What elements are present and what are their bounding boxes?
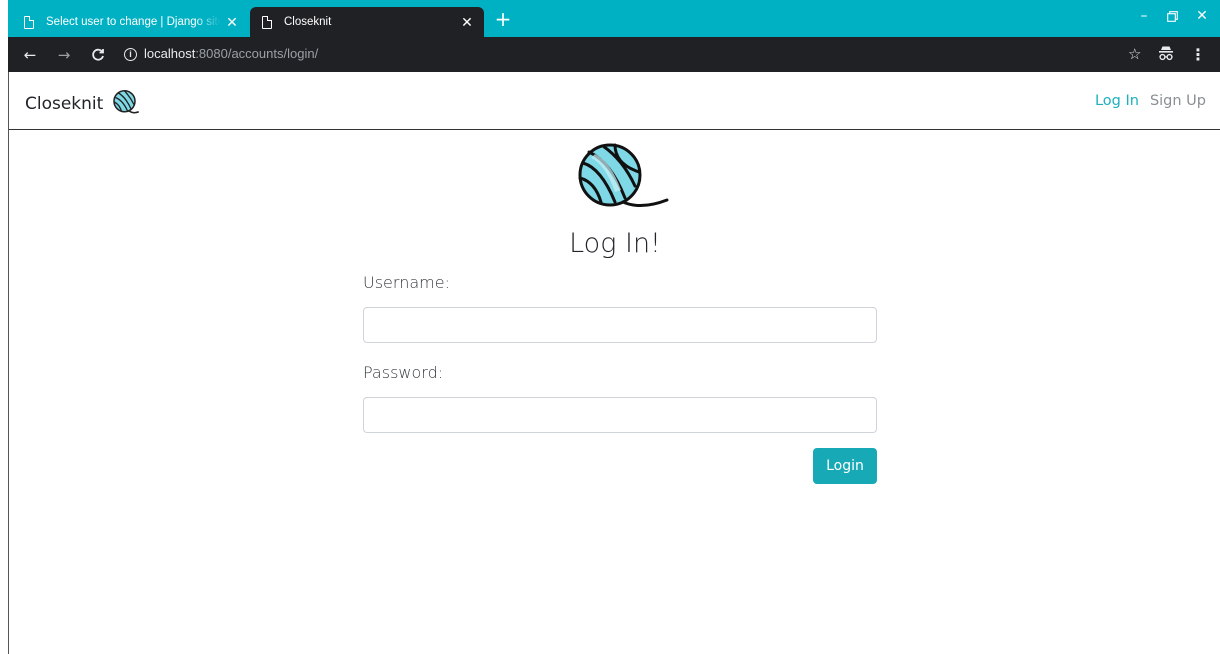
browser-toolbar: ← → i localhost:8080/accounts/login/ ☆ ⋮: [8, 37, 1220, 72]
page-icon: [262, 15, 272, 29]
url-path: :8080/accounts/login/: [195, 46, 319, 61]
password-label: Password:: [363, 363, 444, 382]
username-label: Username:: [363, 273, 450, 292]
tab-title: Closeknit: [284, 16, 332, 28]
yarn-ball-logo: [578, 143, 669, 207]
login-button[interactable]: Login: [813, 448, 877, 484]
plus-icon[interactable]: +: [492, 8, 514, 30]
browser-window: Select user to change | Django site admi…: [8, 0, 1220, 654]
info-icon[interactable]: i: [124, 48, 137, 61]
password-field[interactable]: [363, 397, 877, 433]
site-navbar: Closeknit Log In Sign Up: [9, 72, 1220, 130]
tab-django-admin[interactable]: Select user to change | Django site admi…: [12, 7, 249, 37]
brand-name: Closeknit: [25, 94, 104, 114]
url-host: localhost: [144, 46, 196, 61]
page-title: Log In!: [569, 228, 661, 259]
nav-signup-link[interactable]: Sign Up: [1150, 93, 1206, 109]
star-icon[interactable]: ☆: [1128, 45, 1141, 63]
kebab-menu-icon[interactable]: ⋮: [1190, 45, 1206, 64]
restore-icon[interactable]: [1160, 6, 1184, 26]
close-window-icon[interactable]: ✕: [1190, 6, 1214, 26]
address-bar[interactable]: localhost:8080/accounts/login/: [144, 46, 318, 61]
web-page: Closeknit Log In Sign Up Log In! Usernam…: [8, 72, 1220, 654]
minimize-icon[interactable]: –: [1132, 6, 1156, 26]
brand-link[interactable]: Closeknit: [25, 90, 141, 117]
yarn-ball-icon: [113, 90, 140, 114]
tab-strip: Select user to change | Django site admi…: [8, 0, 1220, 37]
back-arrow-icon[interactable]: ←: [20, 45, 40, 65]
forward-arrow-icon[interactable]: →: [54, 45, 74, 65]
nav-links: Log In Sign Up: [1095, 93, 1206, 109]
close-icon[interactable]: ✕: [456, 14, 478, 31]
incognito-icon[interactable]: [1158, 45, 1174, 63]
tab-title: Select user to change | Django site admi…: [46, 16, 221, 28]
reload-icon[interactable]: [88, 45, 108, 65]
username-field[interactable]: [363, 307, 877, 343]
close-icon[interactable]: ✕: [221, 14, 243, 31]
tab-closeknit[interactable]: Closeknit ✕: [250, 7, 484, 37]
nav-login-link[interactable]: Log In: [1095, 93, 1139, 109]
page-icon: [24, 15, 34, 29]
